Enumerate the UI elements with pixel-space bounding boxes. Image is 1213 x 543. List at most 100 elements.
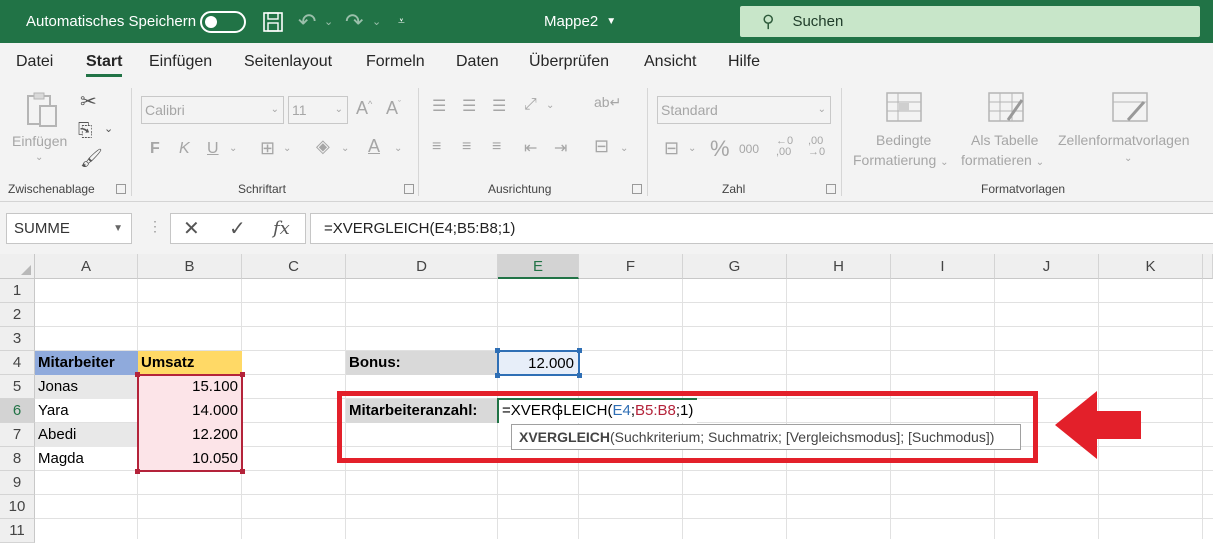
bold-button[interactable]: F [150,140,160,158]
font-color-dropdown-icon[interactable]: ⌄ [394,143,402,154]
column-header-l[interactable] [1203,254,1213,279]
percent-button[interactable]: % [710,136,730,162]
merge-center-icon[interactable]: ⊟ [594,136,609,157]
align-center-icon[interactable]: ≡ [462,138,471,156]
increase-font-icon[interactable]: A^ [356,98,372,119]
column-header-i[interactable]: I [891,254,995,279]
tab-hilfe[interactable]: Hilfe [728,43,760,80]
cut-icon[interactable]: ✂ [80,89,97,114]
fill-color-dropdown-icon[interactable]: ⌄ [341,143,349,154]
cell-a5[interactable]: Jonas [35,375,138,399]
cell-b8[interactable]: 10.050 [138,447,242,471]
tab-formeln[interactable]: Formeln [366,43,425,80]
row-header-3[interactable]: 3 [0,327,35,351]
number-dialog-launcher[interactable] [826,184,836,194]
search-box[interactable]: ⚲ Suchen [740,6,1200,37]
redo-dropdown-icon[interactable]: ⌄ [372,0,381,43]
column-header-d[interactable]: D [346,254,498,279]
font-name-dropdown[interactable]: Calibri ⌄ [141,96,284,124]
customize-qat-icon[interactable]: ⩡ [398,0,405,43]
select-all-button[interactable] [0,254,35,279]
undo-dropdown-icon[interactable]: ⌄ [324,0,333,43]
tab-seitenlayout[interactable]: Seitenlayout [244,43,332,80]
fill-color-icon[interactable]: ◈ [316,136,330,157]
font-size-dropdown[interactable]: 11 ⌄ [288,96,348,124]
cell-a4[interactable]: Mitarbeiter [35,351,138,375]
align-right-icon[interactable]: ≡ [492,138,501,156]
align-top-icon[interactable]: ☰ [432,96,446,116]
thousands-separator-button[interactable]: 000 [739,142,759,156]
borders-dropdown-icon[interactable]: ⌄ [283,143,291,154]
cell-b5[interactable]: 15.100 [138,375,242,399]
tab-ueberpruefen[interactable]: Überprüfen [529,43,609,80]
cell-a6[interactable]: Yara [35,399,138,423]
format-as-table-icon[interactable] [988,92,1024,125]
clipboard-dialog-launcher[interactable] [116,184,126,194]
align-left-icon[interactable]: ≡ [432,138,441,156]
cell-styles-button[interactable]: Zellenformatvorlagen [1058,131,1190,150]
conditional-formatting-label-1[interactable]: Bedingte [876,131,931,150]
cell-a8[interactable]: Magda [35,447,138,471]
number-format-dropdown[interactable]: Standard ⌄ [657,96,831,124]
document-title[interactable]: Mappe2 ▼ [544,0,616,43]
undo-icon[interactable]: ↶ [298,0,316,43]
underline-dropdown-icon[interactable]: ⌄ [229,143,237,154]
format-as-table-button[interactable]: formatieren ⌄ [961,151,1044,172]
range-handle[interactable] [495,373,500,378]
row-header-9[interactable]: 9 [0,471,35,495]
paste-icon[interactable] [22,90,62,133]
underline-button[interactable]: U [207,140,219,158]
tab-ansicht[interactable]: Ansicht [644,43,696,80]
conditional-formatting-button[interactable]: Formatierung ⌄ [853,151,949,172]
merge-dropdown-icon[interactable]: ⌄ [620,143,628,154]
increase-indent-icon[interactable]: ⇥ [554,138,567,158]
increase-decimal-icon[interactable]: ←0,00 [776,136,793,158]
copy-icon[interactable]: ⎘ [78,120,92,141]
range-handle[interactable] [577,373,582,378]
copy-dropdown-icon[interactable]: ⌄ [104,122,113,135]
cell-b6[interactable]: 14.000 [138,399,242,423]
font-color-icon[interactable]: A [368,136,380,157]
row-header-6[interactable]: 6 [0,399,35,423]
currency-icon[interactable]: ⊟ [664,138,679,159]
row-header-8[interactable]: 8 [0,447,35,471]
tab-einfuegen[interactable]: Einfügen [149,43,212,80]
cell-b4[interactable]: Umsatz [138,351,242,375]
column-header-g[interactable]: G [683,254,787,279]
row-header-1[interactable]: 1 [0,279,35,303]
range-handle[interactable] [577,348,582,353]
tab-start[interactable]: Start [86,43,123,80]
autosave-toggle[interactable] [200,0,246,43]
wrap-text-icon[interactable]: ab↵ [594,94,621,111]
save-icon[interactable] [262,0,284,43]
range-handle[interactable] [135,469,140,474]
row-header-2[interactable]: 2 [0,303,35,327]
format-painter-icon[interactable]: 🖌 [80,148,103,169]
column-header-e[interactable]: E [498,254,579,279]
range-handle[interactable] [495,348,500,353]
insert-function-icon[interactable]: fx [273,218,290,239]
paste-label[interactable]: Einfügen [12,132,67,151]
row-header-5[interactable]: 5 [0,375,35,399]
currency-dropdown-icon[interactable]: ⌄ [688,143,696,154]
row-header-11[interactable]: 11 [0,519,35,543]
row-header-4[interactable]: 4 [0,351,35,375]
formula-bar-grip-icon[interactable]: ⋮ [148,218,163,235]
row-header-7[interactable]: 7 [0,423,35,447]
cell-a7[interactable]: Abedi [35,423,138,447]
formula-input[interactable]: =XVERGLEICH(E4;B5:B8;1) [310,213,1213,244]
column-header-f[interactable]: F [579,254,683,279]
column-header-c[interactable]: C [242,254,346,279]
column-header-a[interactable]: A [35,254,138,279]
cell-b7[interactable]: 12.200 [138,423,242,447]
range-handle[interactable] [240,469,245,474]
tab-daten[interactable]: Daten [456,43,499,80]
align-bottom-icon[interactable]: ☰ [492,96,506,116]
cancel-icon[interactable]: ✕ [183,216,200,241]
range-handle[interactable] [240,372,245,377]
row-header-10[interactable]: 10 [0,495,35,519]
orientation-dropdown-icon[interactable]: ⌄ [546,100,554,111]
align-middle-icon[interactable]: ☰ [462,96,476,116]
format-as-table-label-1[interactable]: Als Tabelle [971,131,1038,150]
column-header-b[interactable]: B [138,254,242,279]
